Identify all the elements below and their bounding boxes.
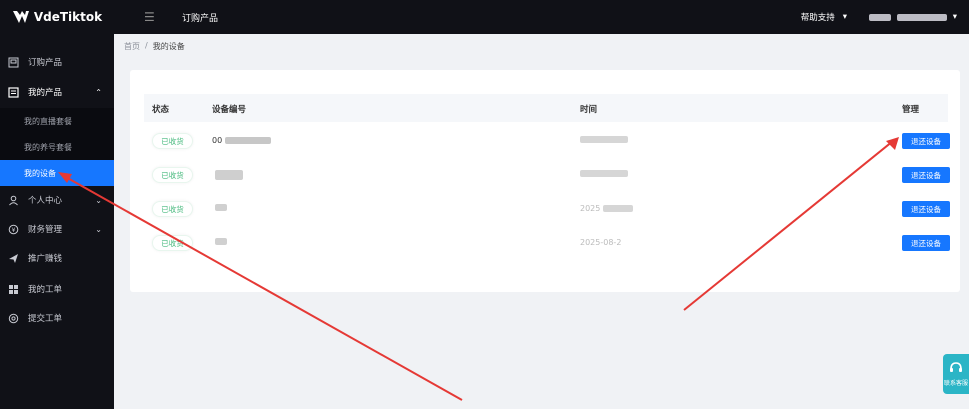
sidebar-item-finance[interactable]: ¥ 财务管理 ⌄: [0, 215, 114, 243]
device-id-cell: 00: [212, 136, 272, 145]
breadcrumb: 首页 / 我的设备: [124, 41, 185, 52]
settings-icon: [8, 313, 19, 324]
top-nav-order-products[interactable]: 订购产品: [182, 11, 218, 24]
return-device-button[interactable]: 退还设备: [902, 133, 950, 149]
user-account-redacted: [896, 13, 947, 21]
sidebar-subitem-account-package[interactable]: 我的养号套餐: [0, 134, 114, 160]
chevron-down-icon: ⌄: [95, 224, 102, 234]
sidebar-item-label: 财务管理: [28, 225, 63, 235]
send-icon: [8, 253, 19, 264]
customer-service-widget[interactable]: 联系客服: [943, 354, 969, 394]
user-menu[interactable]: ▾: [868, 0, 957, 34]
svg-text:¥: ¥: [12, 227, 16, 234]
device-table-card: 状态 设备编号 时间 管理 已收货 00 退还设备 已收货 退还设备 已收货 2…: [130, 70, 960, 292]
device-id-cell: [212, 204, 227, 211]
menu-toggle-icon[interactable]: ☰: [144, 10, 174, 24]
headset-icon: [950, 362, 962, 372]
table-row: 已收货 2025 退还设备: [144, 192, 950, 226]
sidebar-subitem-live-package[interactable]: 我的直播套餐: [0, 108, 114, 134]
return-device-button[interactable]: 退还设备: [902, 167, 950, 183]
chevron-up-icon: ⌃: [95, 87, 102, 97]
status-badge: 已收货: [152, 133, 193, 149]
return-device-button[interactable]: 退还设备: [902, 235, 950, 251]
customer-service-label: 联系客服: [943, 380, 968, 387]
sidebar: VdeTiktok 订购产品 我的产品 ⌃ 我的直播套餐 我的养号套餐 我的设备…: [0, 0, 114, 409]
help-support-label: 帮助支持: [800, 13, 835, 23]
table-row: 已收货 2025-08-2 退还设备: [144, 226, 950, 260]
table-row: 已收货 00 退还设备: [144, 124, 950, 158]
grid-icon: [8, 284, 19, 295]
breadcrumb-separator: /: [145, 41, 148, 50]
caret-down-icon: ▾: [952, 12, 957, 22]
breadcrumb-current: 我的设备: [152, 42, 185, 51]
header-status: 状态: [152, 105, 170, 115]
sidebar-item-label: 订购产品: [28, 58, 63, 68]
header-manage: 管理: [902, 105, 920, 115]
sidebar-item-label: 我的工单: [28, 285, 63, 295]
v-logo-icon: [12, 11, 29, 23]
list-icon: [8, 86, 19, 98]
sidebar-item-order-products[interactable]: 订购产品: [0, 48, 114, 76]
table-header: 状态 设备编号 时间 管理: [144, 94, 948, 122]
device-id-cell: [212, 170, 243, 180]
header-device-id: 设备编号: [212, 105, 247, 115]
user-icon: [8, 195, 19, 206]
status-badge: 已收货: [152, 201, 193, 217]
top-bar: ☰ 订购产品 帮助支持 ▾ ▾: [114, 0, 969, 34]
help-support-menu[interactable]: 帮助支持 ▾: [801, 0, 847, 34]
sidebar-item-promotion[interactable]: 推广赚钱: [0, 244, 114, 272]
status-badge: 已收货: [152, 235, 193, 251]
time-cell: [580, 136, 628, 143]
status-badge: 已收货: [152, 167, 193, 183]
header-time: 时间: [580, 105, 598, 115]
brand-name: VdeTiktok: [33, 10, 103, 24]
user-name-redacted: [868, 13, 891, 21]
sidebar-item-label: 我的产品: [28, 88, 63, 98]
return-device-button[interactable]: 退还设备: [902, 201, 950, 217]
breadcrumb-home[interactable]: 首页: [124, 41, 140, 52]
sidebar-subitem-my-devices[interactable]: 我的设备: [0, 160, 114, 186]
sidebar-item-my-products[interactable]: 我的产品 ⌃: [0, 78, 114, 106]
store-icon: [8, 57, 19, 68]
sidebar-item-personal-center[interactable]: 个人中心 ⌄: [0, 186, 114, 214]
chevron-down-icon: ⌄: [95, 195, 102, 205]
sidebar-item-submit-ticket[interactable]: 提交工单: [0, 304, 114, 332]
sidebar-item-my-tickets[interactable]: 我的工单: [0, 275, 114, 303]
caret-down-icon: ▾: [842, 12, 847, 22]
sidebar-item-label: 提交工单: [28, 314, 63, 324]
device-id-cell: [212, 238, 227, 245]
time-cell: 2025-08-2: [580, 238, 622, 247]
time-cell: 2025: [580, 204, 634, 213]
brand-logo[interactable]: VdeTiktok: [0, 0, 114, 34]
sidebar-item-label: 推广赚钱: [28, 254, 63, 264]
finance-icon: ¥: [8, 224, 19, 235]
time-cell: [580, 170, 628, 177]
sidebar-item-label: 个人中心: [28, 196, 63, 206]
table-row: 已收货 退还设备: [144, 158, 950, 192]
